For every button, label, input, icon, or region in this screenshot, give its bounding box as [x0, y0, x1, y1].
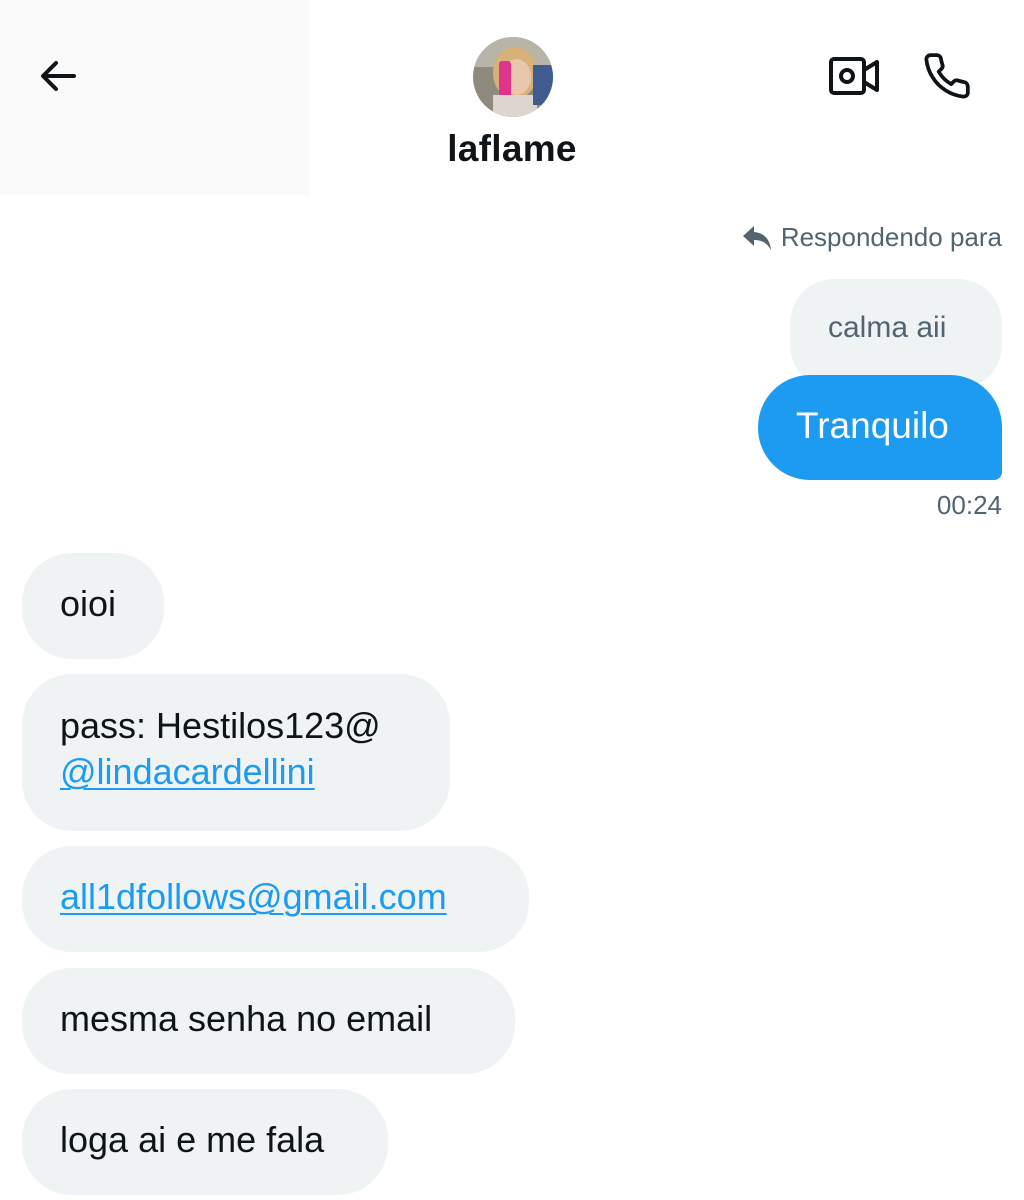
message-timestamp: 00:24: [936, 490, 1002, 520]
video-camera-icon: [829, 57, 879, 95]
received-message-bubble[interactable]: pass: Hestilos123@ @lindacardellini: [22, 674, 450, 831]
sent-message-text: Tranquilo: [796, 405, 949, 446]
message-text: loga ai e me fala: [60, 1119, 325, 1160]
contact-name[interactable]: laflame: [0, 128, 1024, 170]
reply-indicator: Respondendo para: [741, 222, 1002, 253]
received-message-bubble[interactable]: all1dfollows@gmail.com: [22, 846, 529, 952]
avatar[interactable]: [473, 37, 553, 117]
avatar-image: [473, 37, 553, 117]
reply-arrow-icon: [742, 225, 771, 250]
email-link[interactable]: all1dfollows@gmail.com: [60, 876, 447, 917]
replied-to-message-text: calma aii: [828, 311, 947, 344]
received-message-bubble[interactable]: oioi: [22, 553, 164, 659]
voice-call-button[interactable]: [918, 48, 976, 104]
replied-to-message[interactable]: calma aii: [790, 279, 1002, 389]
back-button[interactable]: [34, 52, 82, 100]
reply-indicator-label: Respondendo para: [780, 222, 1002, 252]
received-message-bubble[interactable]: mesma senha no email: [22, 968, 515, 1074]
arrow-left-icon: [41, 61, 76, 91]
video-call-button[interactable]: [826, 50, 882, 102]
phone-icon: [924, 53, 970, 99]
mention-link[interactable]: @lindacardellini: [60, 751, 315, 792]
message-text: mesma senha no email: [60, 998, 433, 1039]
message-text: pass: Hestilos123@: [60, 705, 381, 746]
received-message-bubble[interactable]: loga ai e me fala: [22, 1089, 388, 1195]
sent-message-bubble[interactable]: Tranquilo: [758, 375, 1002, 480]
message-text: oioi: [60, 583, 117, 624]
